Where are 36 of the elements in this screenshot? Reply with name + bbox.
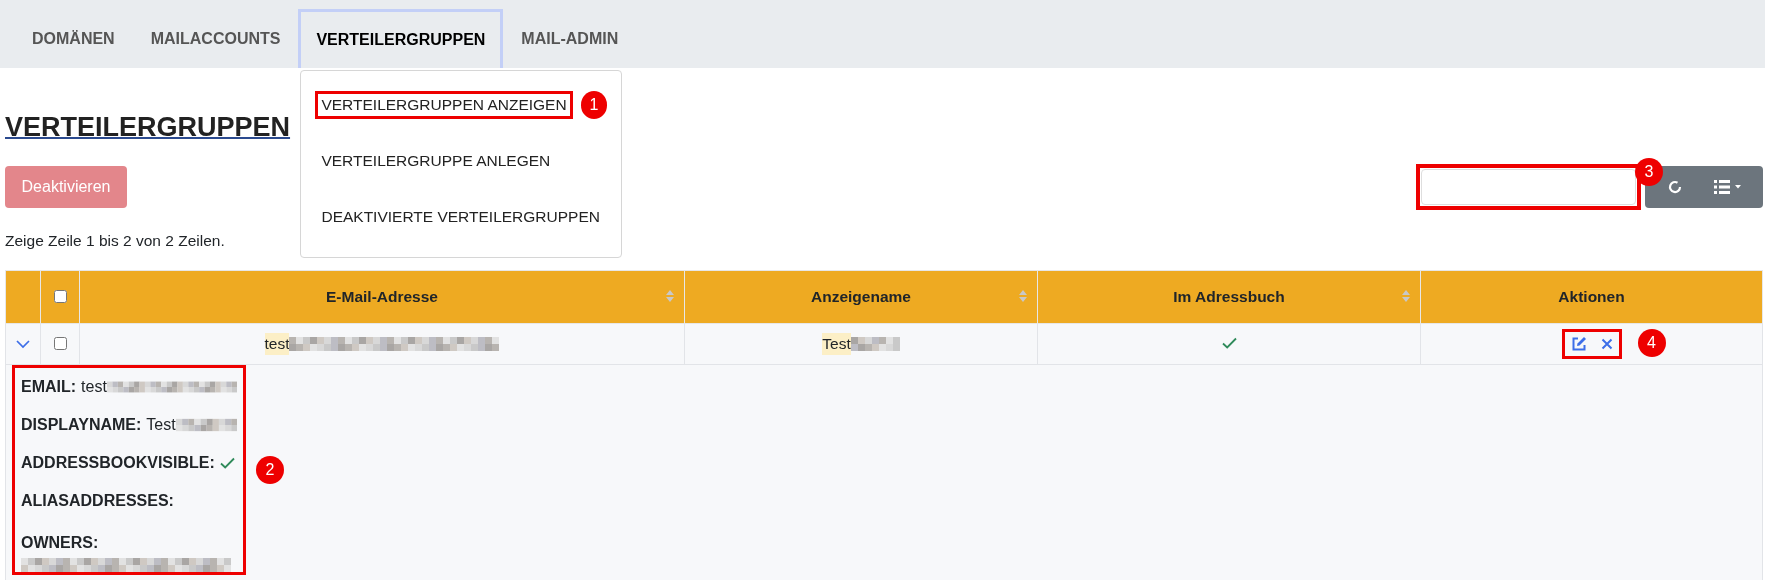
row-count-text: Zeige Zeile 1 bis 2 von 2 Zeilen. [5,232,225,250]
detail-value: Test [146,416,176,434]
menu-item[interactable]: VERTEILERGRUPPE ANLEGEN [315,147,557,175]
detail-label: DISPLAYNAME: [21,416,142,434]
highlighted-text: Test [822,333,851,355]
detail-label: EMAIL: [21,378,77,396]
menu-item[interactable]: DEAKTIVIERTE VERTEILERGRUPPEN [315,203,606,231]
column-header[interactable]: Aktionen [1420,270,1763,324]
checkmark-icon [1221,337,1237,349]
list-icon[interactable] [1713,179,1742,195]
detail-value: test [81,378,107,396]
delete-x-icon[interactable] [1600,338,1613,350]
highlighted-text: test [264,333,290,355]
page-title: VERTEILERGRUPPEN [5,112,291,143]
detail-label: ALIASADDRESSES: [21,492,174,510]
nav-tab[interactable]: MAILACCOUNTS [132,9,299,68]
pixelated-redaction [175,418,237,432]
annotation-number: 3 [1635,158,1663,186]
chevron-icon[interactable] [16,340,30,349]
annotation-number: 4 [1637,329,1666,357]
pixelated-redaction [850,337,900,351]
nav-tab[interactable]: MAIL-ADMIN [503,9,637,68]
column-header[interactable]: Anzeigename [684,270,1038,324]
edit-icon[interactable] [1570,336,1587,352]
nav-tab[interactable]: DOMÄNEN [14,9,133,68]
column-header[interactable]: E-Mail-Adresse [79,270,685,324]
search-field[interactable] [1421,169,1636,205]
column-header[interactable]: Im Adressbuch [1037,270,1421,324]
refresh-icon[interactable] [1666,179,1683,195]
detail-label: ADDRESSBOOKVISIBLE: [21,454,215,472]
annotation-number: 1 [580,91,608,119]
row-checkbox[interactable] [54,337,67,350]
annotation-number: 2 [256,456,284,484]
detail-label: OWNERS: [21,534,99,552]
checkmark-icon [219,457,235,469]
select-all-checkbox[interactable] [54,290,67,303]
